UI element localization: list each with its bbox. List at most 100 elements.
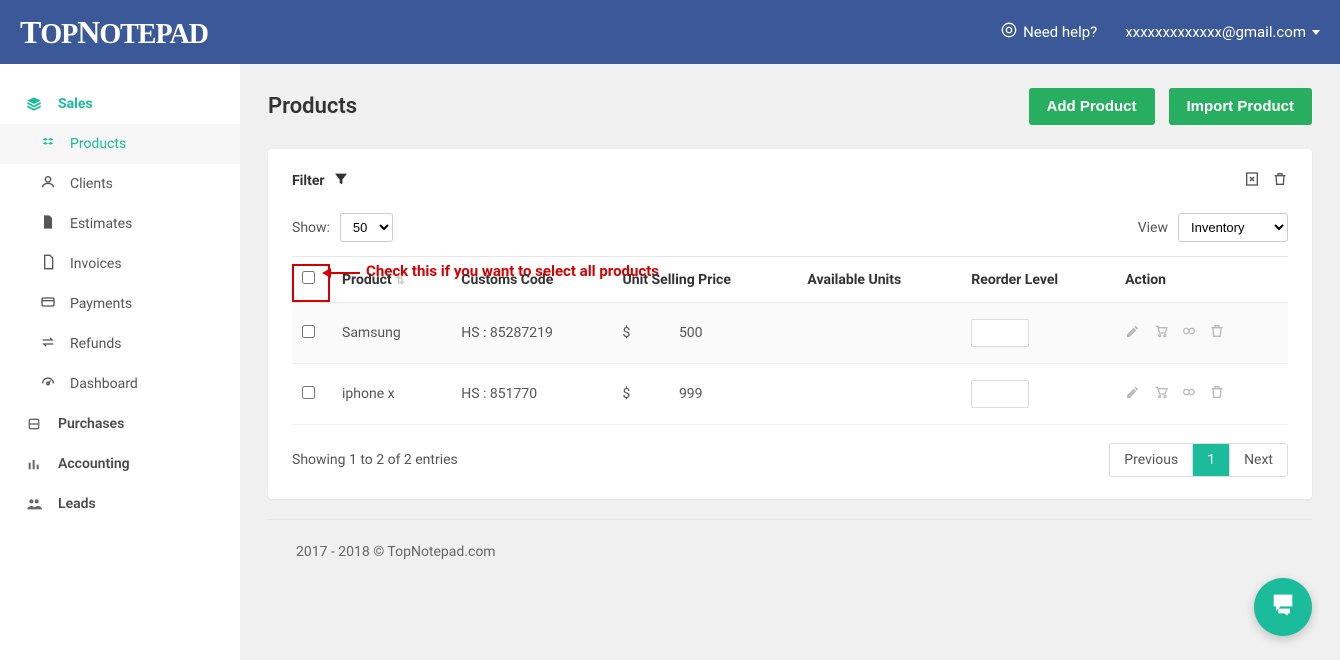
cell-customs: HS : 851770 (451, 364, 612, 425)
link-icon[interactable] (1181, 323, 1197, 343)
topbar-right: Need help? xxxxxxxxxxxxx@gmail.com (1001, 22, 1320, 42)
topbar: TOPNOTEPAD Need help? xxxxxxxxxxxxx@gmai… (0, 0, 1340, 64)
col-reorder[interactable]: Reorder Level (961, 257, 1115, 303)
card-icon (40, 294, 56, 314)
cell-action (1115, 303, 1288, 364)
nav-sales-label: Sales (58, 96, 93, 112)
show-label: Show: (292, 220, 330, 236)
select-all-checkbox[interactable] (302, 271, 315, 284)
products-card: Filter Show: (268, 149, 1312, 499)
nav-accounting-label: Accounting (58, 456, 130, 472)
cell-customs: HS : 85287219 (451, 303, 612, 364)
col-customs[interactable]: Customs Code (451, 257, 612, 303)
cell-available (797, 364, 961, 425)
export-icons (1244, 171, 1288, 191)
cubes-icon (40, 134, 56, 154)
sidebar-item-label: Clients (70, 176, 113, 192)
products-table: Product Customs Code Unit Selling Price … (292, 256, 1288, 425)
sidebar-item-invoices[interactable]: Invoices (0, 244, 240, 284)
cell-product: Samsung (332, 303, 451, 364)
table-footer: Showing 1 to 2 of 2 entries Previous 1 N… (292, 443, 1288, 477)
funnel-icon (333, 171, 349, 191)
reorder-input[interactable] (971, 380, 1029, 408)
cell-price: $500 (613, 303, 798, 364)
chat-icon (1269, 590, 1297, 625)
cell-action (1115, 364, 1288, 425)
view-select[interactable]: Inventory (1178, 213, 1288, 242)
footer: 2017 - 2018 © TopNotepad.com (268, 519, 1312, 584)
nav-purchases-label: Purchases (58, 416, 124, 432)
page-header: Products Add Product Import Product (268, 88, 1312, 125)
row-checkbox[interactable] (302, 386, 315, 399)
brand-logo: TOPNOTEPAD (20, 14, 208, 51)
col-product[interactable]: Product (332, 257, 451, 303)
sidebar-item-payments[interactable]: Payments (0, 284, 240, 324)
pagination-page-1[interactable]: 1 (1192, 444, 1229, 476)
filter-label-text: Filter (292, 173, 325, 189)
sidebar-item-label: Dashboard (70, 376, 138, 392)
sidebar-item-products[interactable]: Products (0, 124, 240, 164)
nav-accounting[interactable]: Accounting (0, 444, 240, 484)
sidebar-item-label: Refunds (70, 336, 122, 352)
document-icon (40, 254, 56, 274)
trash-icon[interactable] (1209, 323, 1225, 343)
col-available[interactable]: Available Units (797, 257, 961, 303)
help-link[interactable]: Need help? (1001, 22, 1097, 42)
delete-icon[interactable] (1272, 171, 1288, 191)
filter-toggle[interactable]: Filter (292, 171, 349, 191)
nav-purchases[interactable]: Purchases (0, 404, 240, 444)
cell-price: $999 (613, 364, 798, 425)
pagination-next[interactable]: Next (1229, 444, 1287, 476)
cell-reorder (961, 303, 1115, 364)
view-label: View (1138, 220, 1168, 236)
sidebar-item-clients[interactable]: Clients (0, 164, 240, 204)
cart-icon[interactable] (1153, 323, 1169, 343)
swap-icon (40, 334, 56, 354)
nav-sales[interactable]: Sales (0, 84, 240, 124)
sidebar: Sales Products Clients Estimates Invoice… (0, 64, 240, 660)
trash-icon[interactable] (1209, 384, 1225, 404)
chart-icon (24, 456, 44, 472)
sidebar-item-dashboard[interactable]: Dashboard (0, 364, 240, 404)
pagination: Previous 1 Next (1109, 443, 1288, 477)
help-icon (1001, 22, 1017, 42)
row-checkbox[interactable] (302, 325, 315, 338)
sidebar-item-refunds[interactable]: Refunds (0, 324, 240, 364)
edit-icon[interactable] (1125, 323, 1141, 343)
show-select[interactable]: 50 (340, 213, 393, 242)
col-action[interactable]: Action (1115, 257, 1288, 303)
show-control: Show: 50 (292, 213, 393, 242)
edit-icon[interactable] (1125, 384, 1141, 404)
users-icon (24, 496, 44, 512)
sidebar-item-label: Invoices (70, 256, 122, 272)
gauge-icon (40, 374, 56, 394)
help-label: Need help? (1023, 23, 1097, 41)
box-icon (24, 416, 44, 432)
file-icon (40, 214, 56, 234)
import-product-button[interactable]: Import Product (1169, 88, 1313, 125)
col-unit-price[interactable]: Unit Selling Price (613, 257, 798, 303)
pagination-prev[interactable]: Previous (1110, 444, 1192, 476)
chat-fab[interactable] (1254, 578, 1312, 636)
sidebar-item-label: Payments (70, 296, 132, 312)
sidebar-item-label: Estimates (70, 216, 132, 232)
link-icon[interactable] (1181, 384, 1197, 404)
cell-available (797, 303, 961, 364)
control-row: Show: 50 View Inventory (292, 213, 1288, 242)
nav-leads-label: Leads (58, 496, 96, 512)
user-menu[interactable]: xxxxxxxxxxxxx@gmail.com (1125, 23, 1320, 41)
reorder-input[interactable] (971, 319, 1029, 347)
add-product-button[interactable]: Add Product (1029, 88, 1155, 125)
layers-icon (24, 96, 44, 112)
sidebar-item-estimates[interactable]: Estimates (0, 204, 240, 244)
export-excel-icon[interactable] (1244, 171, 1260, 191)
table-row: iphone x HS : 851770 $999 (292, 364, 1288, 425)
main-content: Products Add Product Import Product Filt… (240, 64, 1340, 660)
cart-icon[interactable] (1153, 384, 1169, 404)
header-buttons: Add Product Import Product (1029, 88, 1313, 125)
table-row: Samsung HS : 85287219 $500 (292, 303, 1288, 364)
copyright: 2017 - 2018 © TopNotepad.com (296, 544, 496, 560)
nav-leads[interactable]: Leads (0, 484, 240, 524)
filter-row: Filter (292, 171, 1288, 191)
caret-down-icon (1312, 30, 1320, 35)
